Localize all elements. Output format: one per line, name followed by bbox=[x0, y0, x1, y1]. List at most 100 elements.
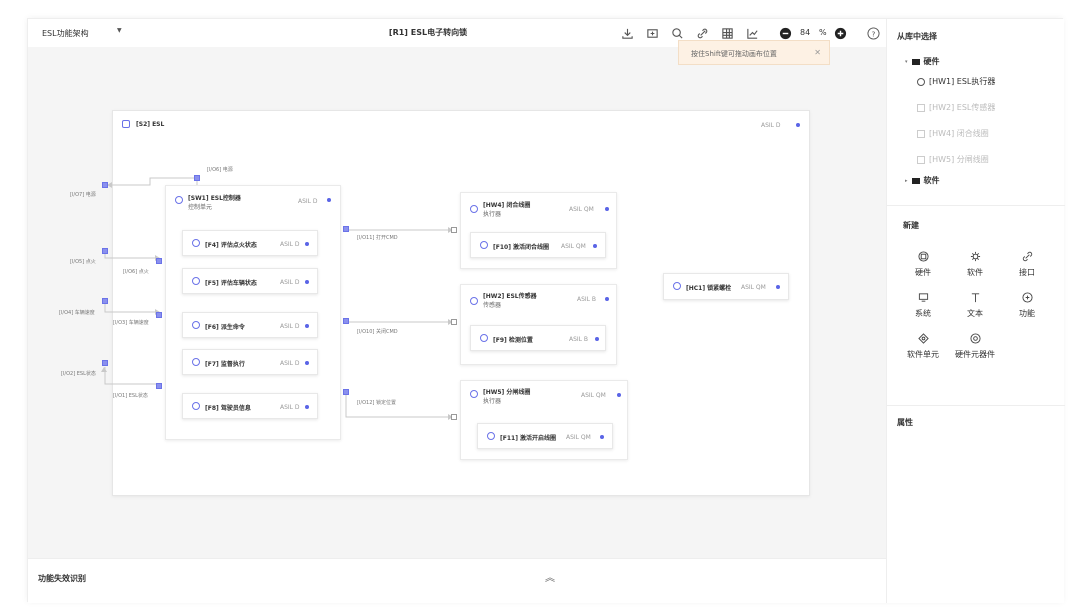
new-system-button[interactable]: 系统 bbox=[897, 292, 949, 319]
signal-label: [I/O5] 点火 bbox=[70, 259, 96, 265]
help-icon[interactable]: ? bbox=[865, 25, 881, 41]
status-dot bbox=[305, 324, 309, 328]
new-hardware-button[interactable]: 硬件 bbox=[897, 251, 949, 278]
hardware-sub: 传感器 bbox=[483, 302, 502, 309]
hardware-icon bbox=[470, 205, 478, 213]
function-f7[interactable]: [F7] 监督执行 ASIL D bbox=[182, 349, 318, 375]
port-io2[interactable] bbox=[102, 360, 108, 366]
asil-badge: ASIL D bbox=[280, 404, 300, 411]
download-icon[interactable] bbox=[619, 25, 635, 41]
status-dot bbox=[776, 285, 780, 289]
zoom-out-icon[interactable] bbox=[777, 25, 793, 41]
function-icon bbox=[480, 334, 488, 342]
status-dot bbox=[593, 244, 597, 248]
port-io11[interactable] bbox=[343, 226, 349, 232]
hardware-icon bbox=[470, 390, 478, 398]
folder-icon[interactable] bbox=[644, 25, 660, 41]
function-f11[interactable]: [F11] 激活开启线圈 ASIL QM bbox=[477, 423, 613, 449]
new-item-label: 硬件 bbox=[915, 268, 931, 277]
function-f8[interactable]: [F8] 驾驶员信息 ASIL D bbox=[182, 393, 318, 419]
status-dot bbox=[796, 123, 800, 127]
new-title: 新建 bbox=[903, 221, 919, 230]
port-hw2-in[interactable] bbox=[451, 319, 457, 325]
asil-badge: ASIL B bbox=[569, 336, 589, 343]
tree-group-label: 软件 bbox=[923, 176, 940, 185]
asil-badge: ASIL D bbox=[280, 241, 300, 248]
tree-item-label: [HW5] 分闸线圈 bbox=[929, 155, 989, 164]
function-label: [F6] 派生命令 bbox=[205, 324, 245, 331]
collapse-caret-icon[interactable]: ▾ bbox=[905, 59, 908, 65]
function-icon bbox=[192, 239, 200, 247]
asil-badge: ASIL D bbox=[298, 198, 318, 205]
port-io6-power[interactable] bbox=[194, 175, 200, 181]
new-function-button[interactable]: 功能 bbox=[1001, 292, 1053, 319]
expand-up-icon[interactable]: ︽ bbox=[545, 569, 555, 584]
zoom-in-icon[interactable] bbox=[832, 25, 848, 41]
tree-group-hardware[interactable]: ▾ 硬件 bbox=[905, 56, 940, 67]
tree-item-hw1[interactable]: [HW1] ESL执行器 bbox=[917, 76, 995, 87]
new-hardware-component-button[interactable]: 硬件元器件 bbox=[949, 333, 1001, 360]
port-io7[interactable] bbox=[102, 182, 108, 188]
function-label: [F7] 监督执行 bbox=[205, 361, 245, 368]
new-text-button[interactable]: 文本 bbox=[949, 292, 1001, 319]
function-label: [F9] 检测位置 bbox=[493, 337, 533, 344]
function-icon bbox=[192, 277, 200, 285]
tree-group-label: 硬件 bbox=[923, 57, 940, 66]
svg-text:?: ? bbox=[871, 29, 875, 38]
chart-icon[interactable] bbox=[744, 25, 760, 41]
asil-badge: ASIL QM bbox=[561, 243, 586, 250]
signal-label: [I/O6] 点火 bbox=[123, 269, 149, 275]
new-software-button[interactable]: 软件 bbox=[949, 251, 1001, 278]
tree-item-label: [HW2] ESL传感器 bbox=[929, 103, 996, 112]
status-dot bbox=[305, 280, 309, 284]
new-item-label: 文本 bbox=[967, 309, 983, 318]
bottom-panel: 功能失效识别 ︽ bbox=[28, 558, 1036, 603]
new-software-unit-button[interactable]: 软件单元 bbox=[897, 333, 949, 360]
function-f6[interactable]: [F6] 派生命令 ASIL D bbox=[182, 312, 318, 338]
new-item-label: 软件 bbox=[967, 268, 983, 277]
port-io1[interactable] bbox=[156, 383, 162, 389]
function-f9[interactable]: [F9] 检测位置 ASIL B bbox=[470, 325, 606, 351]
hardware-component-hc1[interactable]: [HC1] 锁紧螺栓 ASIL QM bbox=[663, 273, 789, 300]
table-icon[interactable] bbox=[719, 25, 735, 41]
hardware-label: [HW4] 闭合线圈 bbox=[483, 202, 531, 209]
port-io5[interactable] bbox=[102, 248, 108, 254]
port-io3[interactable] bbox=[156, 312, 162, 318]
function-label: [F5] 评估车辆状态 bbox=[205, 280, 257, 287]
hardware-component-icon bbox=[673, 282, 681, 290]
right-panel: 从库中选择 ▾ 硬件 [HW1] ESL执行器 [HW2] ESL传感器 [HW… bbox=[886, 19, 1065, 603]
asil-badge: ASIL QM bbox=[581, 392, 606, 399]
port-io10[interactable] bbox=[343, 318, 349, 324]
toast-message: 按住Shift键可拖动画布位置 bbox=[691, 50, 777, 58]
new-interface-button[interactable]: 接口 bbox=[1001, 251, 1053, 278]
asil-badge: ASIL QM bbox=[741, 284, 766, 291]
port-io12[interactable] bbox=[343, 389, 349, 395]
status-dot bbox=[617, 393, 621, 397]
function-label: [F8] 驾驶员信息 bbox=[205, 405, 251, 412]
component-label: [HC1] 锁紧螺栓 bbox=[686, 285, 732, 292]
function-f5[interactable]: [F5] 评估车辆状态 ASIL D bbox=[182, 268, 318, 294]
function-icon bbox=[192, 402, 200, 410]
function-f10[interactable]: [F10] 激活闭合线圈 ASIL QM bbox=[470, 232, 606, 258]
port-hw4-in[interactable] bbox=[451, 227, 457, 233]
status-dot bbox=[305, 242, 309, 246]
checkbox-icon bbox=[917, 103, 925, 112]
signal-label: [I/O3] 车辆速度 bbox=[113, 320, 149, 326]
hardware-icon bbox=[470, 297, 478, 305]
new-item-label: 硬件元器件 bbox=[955, 350, 995, 359]
close-icon[interactable]: ✕ bbox=[814, 48, 821, 57]
function-f4[interactable]: [F4] 评估点火状态 ASIL D bbox=[182, 230, 318, 256]
status-dot bbox=[327, 198, 331, 202]
port-hw5-in[interactable] bbox=[451, 414, 457, 420]
hardware-sub: 执行器 bbox=[483, 211, 502, 218]
expand-caret-icon[interactable]: ▸ bbox=[905, 178, 908, 184]
tree-group-software[interactable]: ▸ 软件 bbox=[905, 175, 940, 186]
signal-label: [I/O11] 打开CMD bbox=[357, 235, 398, 241]
signal-label: [I/O4] 车辆速度 bbox=[59, 310, 95, 316]
port-io4[interactable] bbox=[102, 298, 108, 304]
signal-label: [I/O6] 电源 bbox=[207, 167, 233, 173]
search-icon[interactable] bbox=[669, 25, 685, 41]
link-icon[interactable] bbox=[694, 25, 710, 41]
port-io6-ign[interactable] bbox=[156, 258, 162, 264]
function-label: [F4] 评估点火状态 bbox=[205, 242, 257, 249]
